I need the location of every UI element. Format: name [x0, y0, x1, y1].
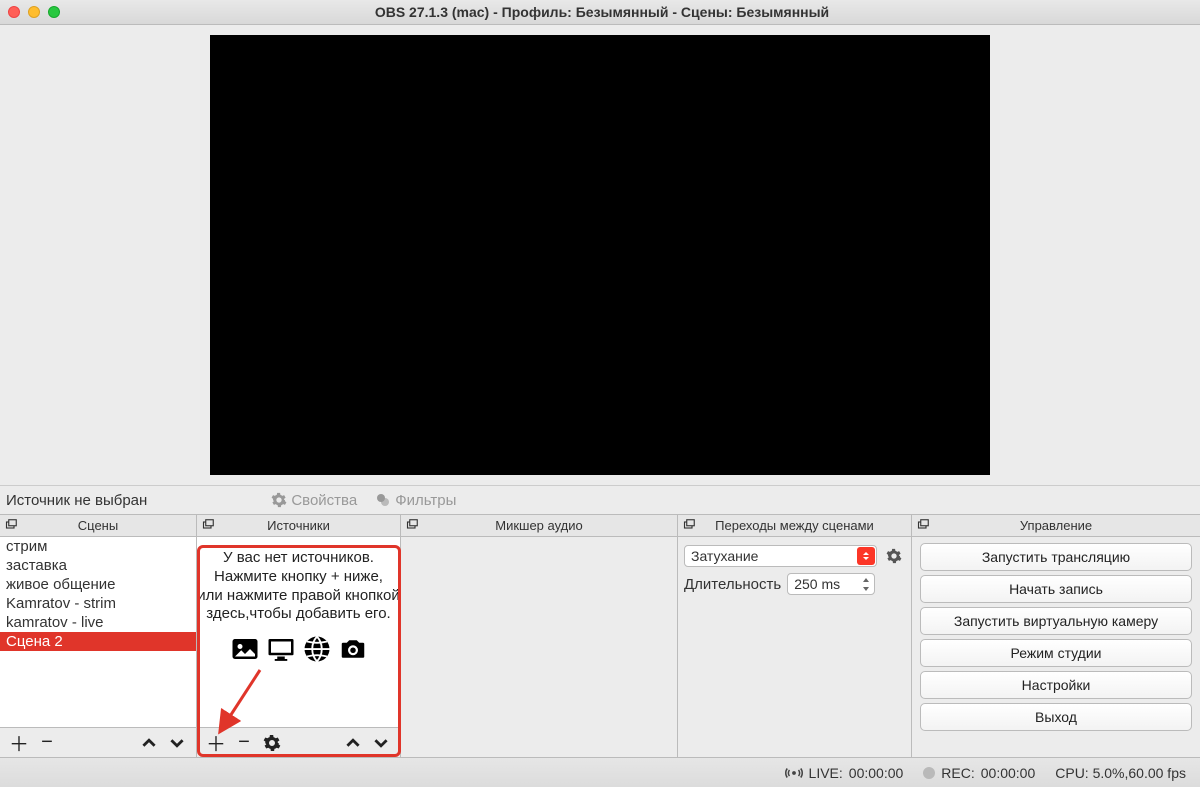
record-indicator-icon	[923, 767, 935, 779]
duration-label: Длительность	[684, 576, 781, 593]
minimize-window-button[interactable]	[28, 6, 40, 18]
scene-item[interactable]: Kamratov - strim	[0, 594, 196, 613]
scene-item[interactable]: заставка	[0, 556, 196, 575]
remove-scene-button[interactable]: −	[36, 732, 58, 754]
properties-button[interactable]: Свойства	[267, 490, 361, 511]
popout-icon[interactable]	[916, 518, 930, 532]
transition-select-value: Затухание	[691, 548, 758, 564]
transition-select[interactable]: Затухание	[684, 545, 877, 567]
transitions-dock-header[interactable]: Переходы между сценами	[678, 515, 911, 537]
start-virtualcam-button[interactable]: Запустить виртуальную камеру	[920, 607, 1192, 635]
rec-label: REC:	[941, 765, 974, 781]
scenes-body: стрим заставка живое общение Kamratov - …	[0, 537, 196, 727]
audio-mixer-dock: Микшер аудио	[401, 515, 678, 757]
popout-icon[interactable]	[682, 518, 696, 532]
mixer-dock-header[interactable]: Микшер аудио	[401, 515, 677, 537]
context-toolbar: Источник не выбран Свойства Фильтры	[0, 485, 1200, 515]
cpu-label: CPU: 5.0%,60.00 fps	[1055, 765, 1186, 781]
add-source-button[interactable]: ＋	[205, 732, 227, 754]
move-scene-up-button[interactable]	[138, 732, 160, 754]
scene-item[interactable]: живое общение	[0, 575, 196, 594]
status-bar: LIVE: 00:00:00 REC: 00:00:00 CPU: 5.0%,6…	[0, 757, 1200, 787]
live-label: LIVE:	[809, 765, 843, 781]
image-icon	[228, 634, 262, 664]
sources-body[interactable]: У вас нет источников. Нажмите кнопку + н…	[197, 537, 400, 727]
scene-item-selected[interactable]: Сцена 2	[0, 632, 196, 651]
scene-item[interactable]: kamratov - live	[0, 613, 196, 632]
controls-dock-header[interactable]: Управление	[912, 515, 1200, 537]
rec-time: 00:00:00	[981, 765, 1036, 781]
preview-area	[0, 25, 1200, 485]
controls-title: Управление	[1020, 518, 1092, 533]
scenes-dock-header[interactable]: Сцены	[0, 515, 196, 537]
scene-item[interactable]: стрим	[0, 537, 196, 556]
chevron-updown-icon	[857, 547, 875, 565]
sources-empty-line: У вас нет источников.	[203, 549, 394, 568]
transitions-dock: Переходы между сценами Затухание Длитель…	[678, 515, 912, 757]
transition-settings-button[interactable]	[883, 545, 905, 567]
maximize-window-button[interactable]	[48, 6, 60, 18]
exit-button[interactable]: Выход	[920, 703, 1192, 731]
duration-input[interactable]: 250 ms	[787, 573, 875, 595]
cpu-status: CPU: 5.0%,60.00 fps	[1055, 765, 1186, 781]
globe-icon	[300, 634, 334, 664]
scenes-title: Сцены	[78, 518, 118, 533]
controls-dock: Управление Запустить трансляцию Начать з…	[912, 515, 1200, 757]
mixer-title: Микшер аудио	[495, 518, 583, 533]
sources-toolbar: ＋ −	[197, 727, 400, 757]
transitions-body: Затухание Длительность 250 ms	[678, 537, 911, 757]
scene-list: стрим заставка живое общение Kamratov - …	[0, 537, 196, 651]
sources-title: Источники	[267, 518, 330, 533]
mixer-body	[401, 537, 677, 757]
sources-empty-line: здесь,чтобы добавить его.	[203, 605, 394, 624]
sources-dock: Источники У вас нет источников. Нажмите …	[197, 515, 401, 757]
broadcast-icon	[785, 766, 803, 780]
scenes-toolbar: ＋ −	[0, 727, 196, 757]
gear-icon	[271, 492, 287, 508]
filters-label: Фильтры	[395, 492, 456, 509]
remove-source-button[interactable]: −	[233, 732, 255, 754]
scenes-dock: Сцены стрим заставка живое общение Kamra…	[0, 515, 197, 757]
live-status: LIVE: 00:00:00	[785, 765, 904, 781]
window-title: OBS 27.1.3 (mac) - Профиль: Безымянный -…	[72, 4, 1132, 20]
sources-empty-message: У вас нет источников. Нажмите кнопку + н…	[197, 537, 400, 672]
settings-button[interactable]: Настройки	[920, 671, 1192, 699]
docks-container: Сцены стрим заставка живое общение Kamra…	[0, 515, 1200, 757]
properties-label: Свойства	[291, 492, 357, 509]
popout-icon[interactable]	[4, 518, 18, 532]
studio-mode-button[interactable]: Режим студии	[920, 639, 1192, 667]
display-icon	[264, 634, 298, 664]
filters-button[interactable]: Фильтры	[371, 490, 460, 511]
duration-value: 250 ms	[794, 576, 840, 592]
move-scene-down-button[interactable]	[166, 732, 188, 754]
rec-status: REC: 00:00:00	[923, 765, 1035, 781]
close-window-button[interactable]	[8, 6, 20, 18]
selection-label: Источник не выбран	[6, 492, 147, 509]
popout-icon[interactable]	[405, 518, 419, 532]
source-properties-button[interactable]	[261, 732, 283, 754]
preview-canvas[interactable]	[210, 35, 990, 475]
start-record-button[interactable]: Начать запись	[920, 575, 1192, 603]
transitions-title: Переходы между сценами	[715, 518, 874, 533]
sources-empty-line: Нажмите кнопку + ниже,	[203, 568, 394, 587]
popout-icon[interactable]	[201, 518, 215, 532]
start-stream-button[interactable]: Запустить трансляцию	[920, 543, 1192, 571]
move-source-down-button[interactable]	[370, 732, 392, 754]
camera-icon	[336, 634, 370, 664]
live-time: 00:00:00	[849, 765, 904, 781]
add-scene-button[interactable]: ＋	[8, 732, 30, 754]
sources-empty-line: или нажмите правой кнопкой	[197, 587, 400, 606]
source-type-icons	[203, 634, 394, 664]
filters-icon	[375, 492, 391, 508]
controls-body: Запустить трансляцию Начать запись Запус…	[912, 537, 1200, 757]
spinner-controls[interactable]	[859, 575, 873, 593]
sources-dock-header[interactable]: Источники	[197, 515, 400, 537]
window-controls	[8, 6, 60, 18]
titlebar: OBS 27.1.3 (mac) - Профиль: Безымянный -…	[0, 0, 1200, 25]
move-source-up-button[interactable]	[342, 732, 364, 754]
